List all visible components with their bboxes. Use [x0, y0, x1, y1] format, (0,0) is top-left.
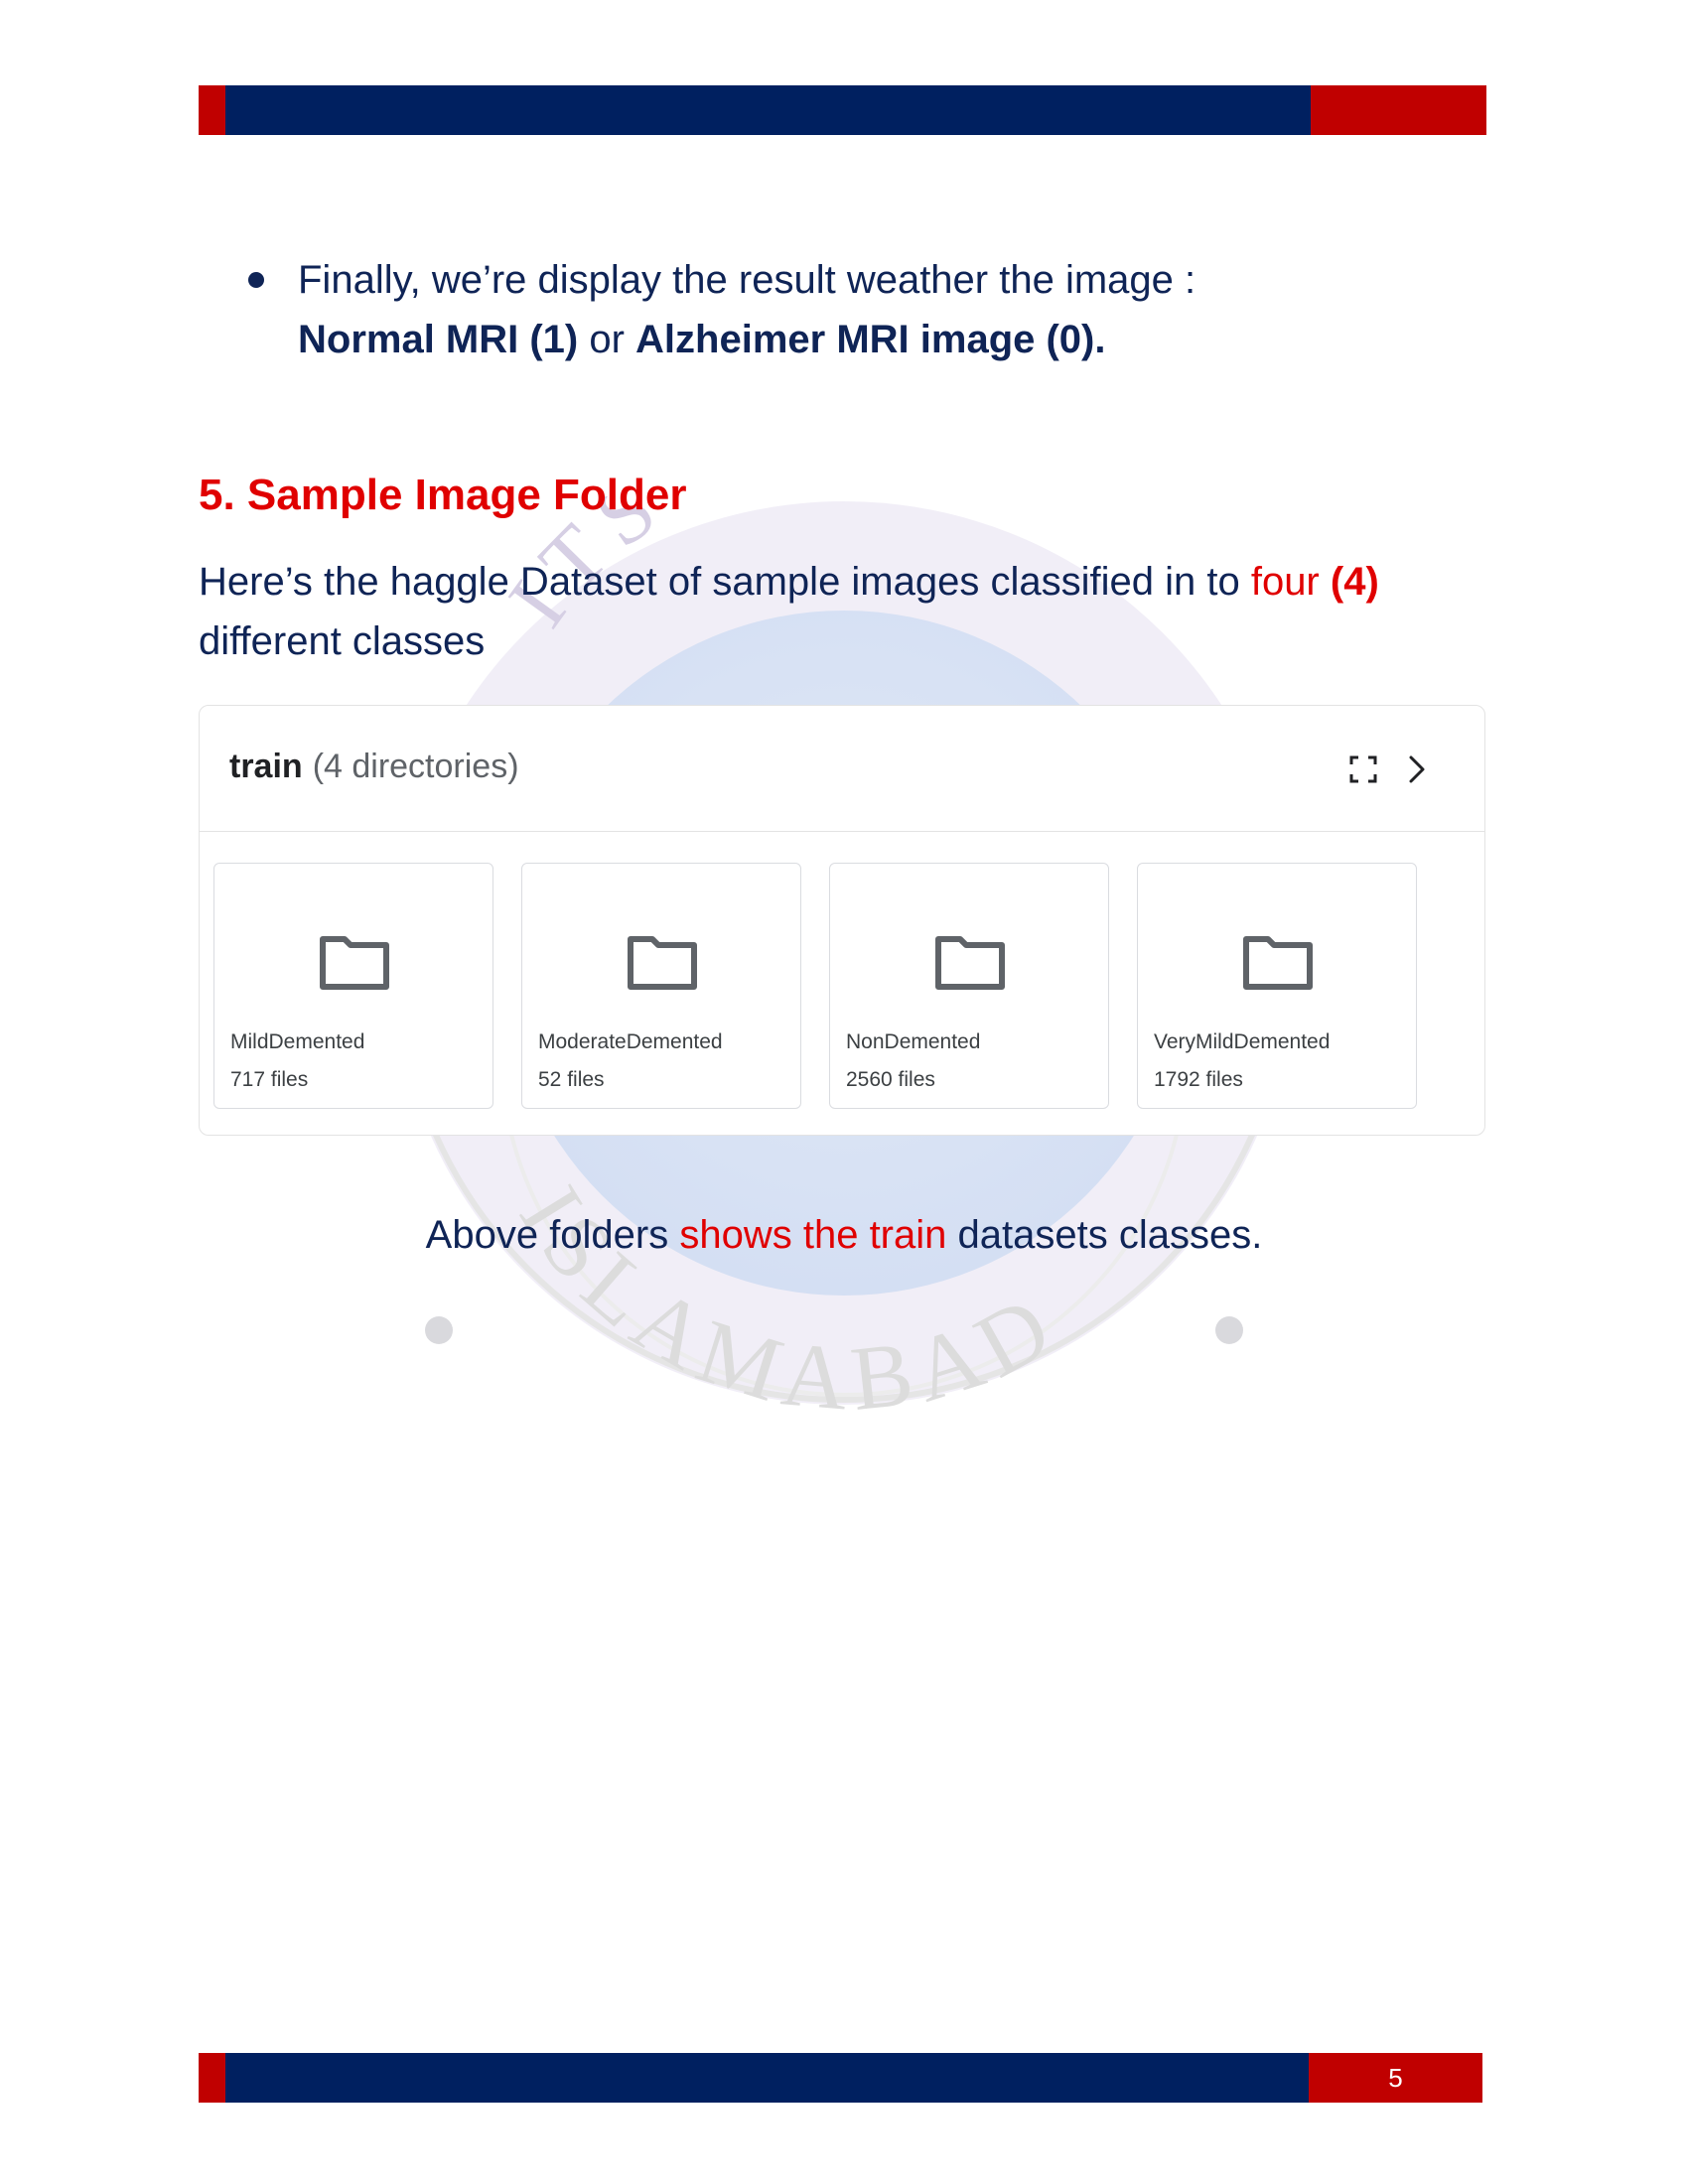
folder-icon — [1243, 936, 1313, 990]
bullet-text: Finally, we’re display the result weathe… — [298, 250, 1291, 369]
header-bar-red-right — [1311, 85, 1486, 135]
dataset-browser-panel: train (4 directories) MildDemented 717 fi… — [199, 705, 1485, 1136]
footer-bar-navy — [225, 2053, 1309, 2103]
bullet-dot — [248, 272, 264, 288]
folder-name: NonDemented — [846, 1030, 981, 1053]
bullet-or: or — [578, 318, 636, 361]
panel-title-main: train — [229, 748, 303, 785]
para-four: four — [1250, 560, 1320, 604]
folder-file-count: 1792 files — [1154, 1068, 1243, 1091]
caption-start: Above folders — [425, 1213, 680, 1257]
alzheimer-mri-label: Alzheimer MRI image (0). — [635, 318, 1106, 361]
figure-caption: Above folders shows the train datasets c… — [0, 1213, 1688, 1258]
header-bar — [199, 85, 1486, 135]
normal-mri-label: Normal MRI (1) — [298, 318, 579, 361]
folder-card-milddemented[interactable]: MildDemented 717 files — [213, 863, 493, 1109]
folder-card-verymilddemented[interactable]: VeryMildDemented 1792 files — [1137, 863, 1417, 1109]
folder-name: MildDemented — [230, 1030, 365, 1053]
folder-icon — [935, 936, 1005, 990]
panel-title-subtitle: (4 directories) — [312, 748, 519, 785]
footer-bar-red-left — [199, 2053, 225, 2103]
header-bar-red-left — [199, 85, 225, 135]
caption-highlight: shows the train — [679, 1213, 947, 1257]
folder-card-moderatedemented[interactable]: ModerateDemented 52 files — [521, 863, 801, 1109]
chevron-right-icon[interactable] — [1403, 753, 1431, 785]
folder-name: VeryMildDemented — [1154, 1030, 1331, 1053]
bullet-line-1: Finally, we’re display the result weathe… — [298, 258, 1196, 302]
folder-name: ModerateDemented — [538, 1030, 723, 1053]
panel-title: train (4 directories) — [229, 748, 519, 786]
section-heading: 5. Sample Image Folder — [199, 471, 687, 519]
folder-card-nondemented[interactable]: NonDemented 2560 files — [829, 863, 1109, 1109]
folder-icon — [320, 936, 389, 990]
panel-header: train (4 directories) — [200, 706, 1484, 832]
footer-bar: 5 — [199, 2053, 1482, 2103]
folder-file-count: 717 files — [230, 1068, 309, 1091]
page-number: 5 — [1309, 2053, 1482, 2103]
para-start: Here’s the haggle Dataset of sample imag… — [199, 560, 1251, 604]
expand-icon[interactable] — [1349, 755, 1377, 783]
folder-file-count: 52 files — [538, 1068, 605, 1091]
folder-icon — [628, 936, 697, 990]
para-four-number: (4) — [1330, 560, 1379, 604]
para-end: different classes — [199, 619, 486, 663]
header-bar-navy — [225, 85, 1311, 135]
folder-file-count: 2560 files — [846, 1068, 935, 1091]
section-paragraph: Here’s the haggle Dataset of sample imag… — [199, 552, 1420, 671]
caption-end: datasets classes. — [946, 1213, 1263, 1257]
